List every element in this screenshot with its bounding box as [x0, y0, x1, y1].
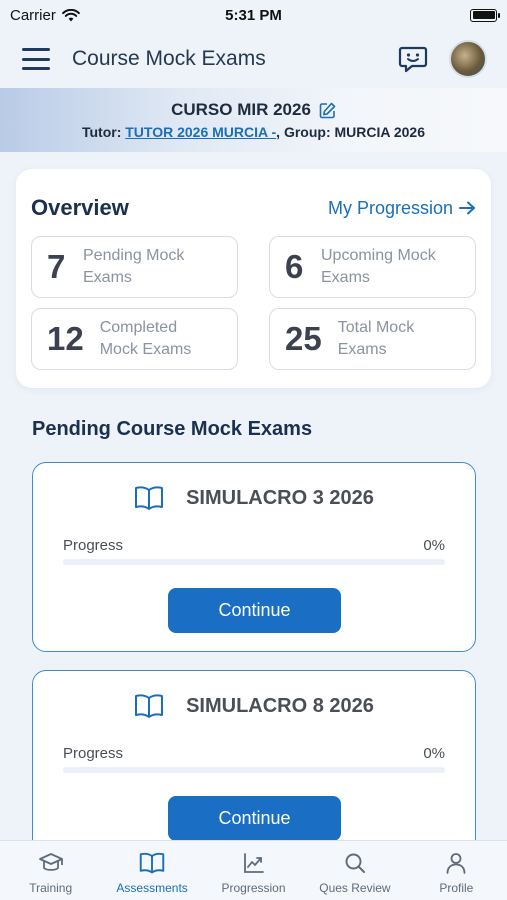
tab-label: Profile — [439, 881, 474, 895]
exam-card[interactable]: SIMULACRO 8 2026 Progress 0% Continue — [32, 670, 476, 860]
open-book-icon — [135, 694, 164, 718]
overview-title: Overview — [31, 195, 129, 220]
battery-icon — [470, 8, 500, 22]
wifi-icon — [61, 8, 80, 21]
progress-row: Progress 0% — [63, 537, 445, 554]
status-bar: Carrier 5:31 PM — [0, 0, 507, 30]
chat-icon[interactable] — [397, 43, 429, 75]
stat-total[interactable]: 25 Total Mock Exams — [269, 308, 476, 370]
stat-value: 7 — [47, 248, 66, 285]
open-book-icon — [135, 486, 164, 510]
open-book-icon — [139, 852, 165, 874]
course-title: CURSO MIR 2026 — [171, 100, 311, 119]
exam-title: SIMULACRO 3 2026 — [186, 486, 374, 509]
my-progression-label: My Progression — [327, 197, 453, 218]
course-title-row: CURSO MIR 2026 — [0, 100, 507, 120]
exam-header: SIMULACRO 8 2026 — [33, 693, 475, 719]
progress-bar — [63, 767, 445, 773]
group-name: MURCIA 2026 — [334, 124, 426, 140]
carrier-label: Carrier — [10, 6, 56, 24]
edit-icon[interactable] — [319, 102, 336, 119]
course-subtitle: Tutor: TUTOR 2026 MURCIA -, Group: MURCI… — [0, 124, 507, 140]
continue-button[interactable]: Continue — [168, 588, 341, 633]
group-label: , Group: — [276, 124, 335, 140]
progress-value: 0% — [423, 745, 445, 762]
tab-label: Training — [29, 881, 73, 895]
tutor-label: Tutor: — [81, 124, 126, 140]
status-left: Carrier — [10, 7, 80, 24]
progress-row: Progress 0% — [63, 745, 445, 762]
progress-label: Progress — [63, 537, 124, 554]
tab-bar: Training Assessments Progression Ques Re… — [0, 840, 507, 900]
overview-card: Overview My Progression 7 Pending Mock Ex… — [16, 169, 491, 388]
continue-button[interactable]: Continue — [168, 796, 341, 841]
user-icon — [446, 853, 466, 874]
tab-progression[interactable]: Progression — [203, 841, 304, 900]
course-banner: CURSO MIR 2026 Tutor: TUTOR 2026 MURCIA … — [0, 88, 507, 152]
tab-label: Progression — [221, 881, 286, 895]
stat-value: 12 — [47, 320, 84, 357]
pending-section-title: Pending Course Mock Exams — [32, 418, 313, 440]
stat-label: Completed Mock Exams — [99, 319, 192, 358]
tutor-link[interactable]: TUTOR 2026 MURCIA - — [125, 124, 276, 140]
progress-label: Progress — [63, 745, 124, 762]
tab-ques-review[interactable]: Ques Review — [304, 841, 405, 900]
tab-assessments[interactable]: Assessments — [101, 841, 202, 900]
stat-value: 6 — [285, 248, 304, 285]
stat-pending[interactable]: 7 Pending Mock Exams — [31, 236, 238, 298]
progress-value: 0% — [423, 537, 445, 554]
avatar[interactable] — [449, 40, 487, 78]
tab-profile[interactable]: Profile — [406, 841, 507, 900]
menu-icon[interactable] — [22, 48, 50, 70]
graduation-cap-icon — [38, 853, 63, 871]
arrow-right-icon — [459, 201, 475, 215]
stat-label: Upcoming Mock Exams — [321, 247, 436, 286]
chart-icon — [243, 853, 264, 873]
exam-title: SIMULACRO 8 2026 — [186, 694, 374, 717]
stat-completed[interactable]: 12 Completed Mock Exams — [31, 308, 238, 370]
stat-upcoming[interactable]: 6 Upcoming Mock Exams — [269, 236, 476, 298]
progress-bar — [63, 559, 445, 565]
stat-label: Pending Mock Exams — [83, 247, 185, 286]
stat-label: Total Mock Exams — [337, 319, 415, 358]
tab-training[interactable]: Training — [0, 841, 101, 900]
tab-label: Ques Review — [319, 881, 391, 895]
overview-header: Overview My Progression — [31, 195, 476, 221]
exam-card[interactable]: SIMULACRO 3 2026 Progress 0% Continue — [32, 462, 476, 652]
exam-header: SIMULACRO 3 2026 — [33, 485, 475, 511]
stat-value: 25 — [285, 320, 322, 357]
my-progression-link[interactable]: My Progression — [328, 198, 476, 219]
page-title: Course Mock Exams — [72, 47, 266, 70]
tab-label: Assessments — [116, 881, 188, 895]
search-icon — [345, 853, 365, 873]
app-header: Course Mock Exams — [0, 30, 507, 88]
